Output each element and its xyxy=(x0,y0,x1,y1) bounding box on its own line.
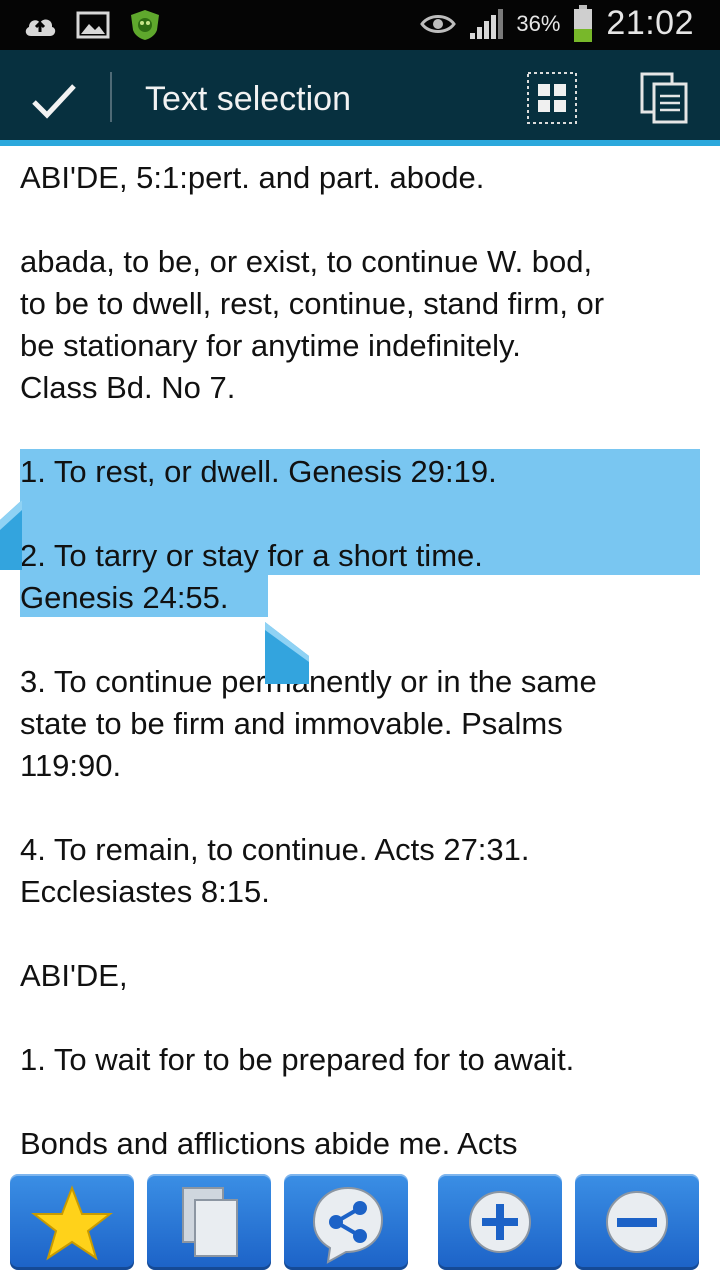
text-line[interactable]: Bonds and afflictions abide me. Acts xyxy=(20,1123,517,1162)
text-line[interactable]: 4. To remain, to continue. Acts 27:31. xyxy=(20,829,530,871)
text-line[interactable]: abada, to be, or exist, to continue W. b… xyxy=(20,241,592,283)
text-line-selected[interactable]: Genesis 24:55. xyxy=(20,577,229,619)
text-line-selected[interactable]: 1. To rest, or dwell. Genesis 29:19. xyxy=(20,451,497,493)
select-all-icon[interactable] xyxy=(527,72,577,124)
action-bar xyxy=(0,50,720,140)
text-line[interactable]: 1. To wait for to be prepared for to awa… xyxy=(20,1039,574,1081)
system-status: 36% 21:02 xyxy=(420,4,694,43)
clock: 21:02 xyxy=(606,4,694,42)
action-bar-divider xyxy=(110,72,112,122)
share-button[interactable] xyxy=(284,1174,408,1270)
status-bar: 36% 21:02 xyxy=(0,0,720,50)
zoom-in-button[interactable] xyxy=(438,1174,562,1270)
text-line[interactable]: state to be firm and immovable. Psalms xyxy=(20,703,563,745)
copy-button[interactable] xyxy=(147,1174,271,1270)
text-line[interactable]: ABI'DE, xyxy=(20,955,128,997)
shield-app-icon xyxy=(131,10,159,40)
notification-icons xyxy=(22,8,162,42)
copy-icon[interactable] xyxy=(640,72,688,124)
page-title: Text selection xyxy=(145,80,351,118)
eye-icon xyxy=(420,14,457,33)
selection-start-handle[interactable] xyxy=(0,500,22,570)
done-check-icon[interactable] xyxy=(30,78,78,122)
text-line-selected[interactable]: 2. To tarry or stay for a short time. xyxy=(20,535,483,577)
zoom-in-icon xyxy=(469,1191,531,1253)
text-line[interactable]: ABI'DE, 5:1:pert. and part. abode. xyxy=(20,157,484,199)
text-line[interactable]: be stationary for anytime indefinitely. xyxy=(20,325,521,367)
zoom-out-icon xyxy=(606,1191,668,1253)
text-line[interactable]: Class Bd. No 7. xyxy=(20,367,235,409)
star-icon xyxy=(31,1185,113,1261)
gallery-icon xyxy=(76,11,110,39)
favorite-button[interactable] xyxy=(10,1174,134,1270)
battery-percent: 36% xyxy=(516,10,561,36)
zoom-out-button[interactable] xyxy=(575,1174,699,1270)
text-line[interactable]: to be to dwell, rest, continue, stand fi… xyxy=(20,283,604,325)
text-line[interactable]: 119:90. xyxy=(20,745,121,787)
text-line[interactable]: Ecclesiastes 8:15. xyxy=(20,871,270,913)
cloud-upload-icon xyxy=(25,19,56,36)
copy-pages-icon xyxy=(182,1187,238,1257)
signal-icon xyxy=(470,8,504,39)
share-icon xyxy=(312,1186,384,1264)
battery-icon xyxy=(574,4,593,42)
bottom-toolbar xyxy=(0,1170,720,1280)
text-content[interactable]: ABI'DE, 5:1:pert. and part. abode. abada… xyxy=(20,152,710,1162)
action-bar-accent xyxy=(0,140,720,146)
selection-end-handle[interactable] xyxy=(265,622,309,684)
